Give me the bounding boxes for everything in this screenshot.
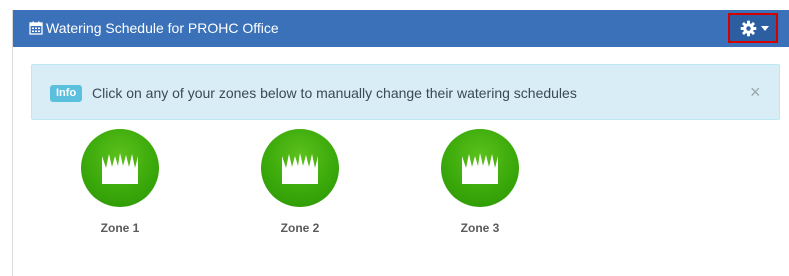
grass-icon	[282, 153, 318, 184]
zone-2-label: Zone 2	[280, 221, 320, 235]
info-alert: Info Click on any of your zones below to…	[31, 64, 780, 120]
zone-2-circle[interactable]	[261, 129, 339, 207]
grass-icon	[462, 153, 498, 184]
panel-header: Watering Schedule for PROHC Office	[13, 10, 789, 47]
watering-schedule-panel: Watering Schedule for PROHC Office Info …	[12, 10, 789, 276]
alert-message: Click on any of your zones below to manu…	[92, 85, 577, 101]
zone-1-circle[interactable]	[81, 129, 159, 207]
info-badge: Info	[50, 85, 83, 102]
gear-icon	[740, 20, 757, 37]
calendar-icon	[29, 21, 43, 35]
settings-dropdown-button[interactable]	[728, 13, 778, 43]
zone-3-circle[interactable]	[441, 129, 519, 207]
zone-1-label: Zone 1	[100, 221, 140, 235]
zone-3-label: Zone 3	[460, 221, 500, 235]
panel-title: Watering Schedule for PROHC Office	[46, 20, 279, 36]
zone-1-tile[interactable]: Zone 1	[60, 129, 180, 239]
close-icon[interactable]: ×	[750, 82, 761, 102]
zone-2-tile[interactable]: Zone 2	[240, 129, 360, 239]
grass-icon	[102, 153, 138, 184]
zone-3-tile[interactable]: Zone 3	[420, 129, 540, 239]
chevron-down-icon	[761, 26, 769, 31]
